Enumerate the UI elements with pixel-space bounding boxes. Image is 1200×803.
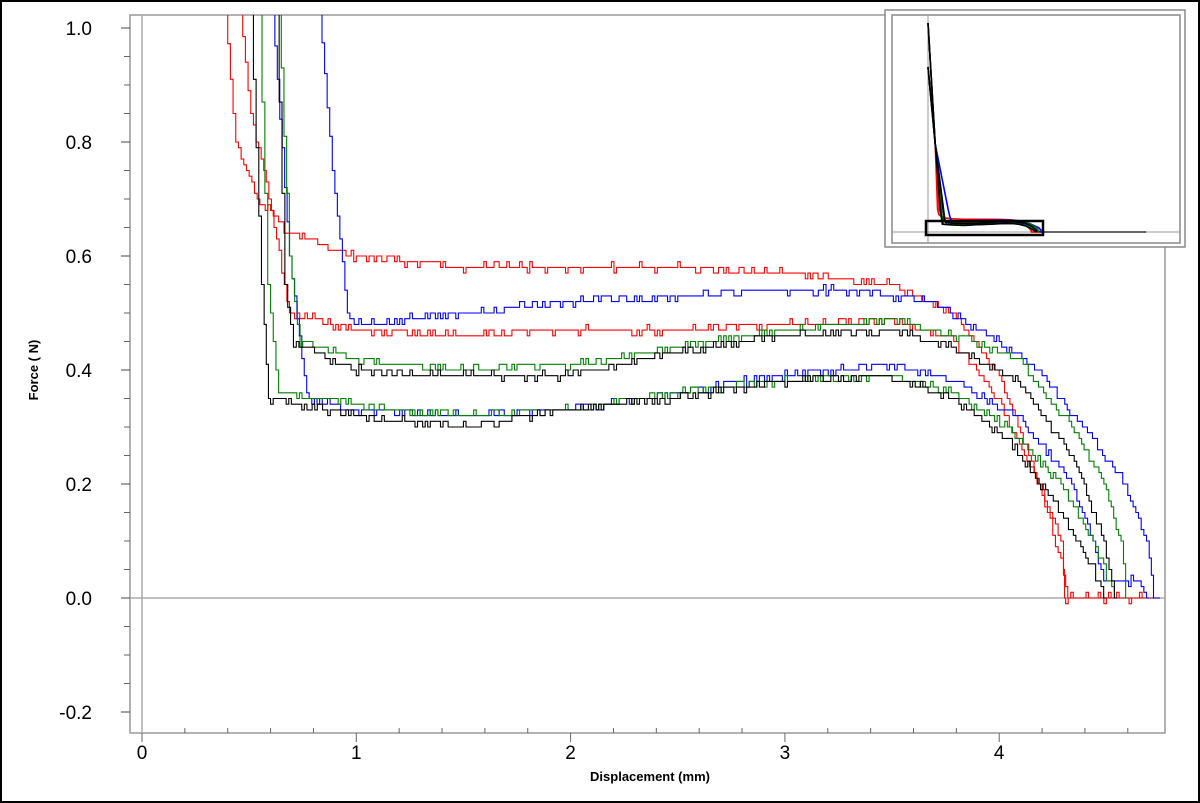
x-tick-label: 0 [137, 743, 148, 764]
x-tick-label: 4 [994, 743, 1005, 764]
x-axis-title: Displacement (mm) [590, 769, 710, 784]
y-tick-label: 0.4 [66, 361, 93, 382]
y-tick-label: -0.2 [59, 703, 92, 724]
x-tick-label: 2 [565, 743, 576, 764]
y-tick-label: 0.6 [66, 247, 92, 268]
inset-plot-area [891, 14, 1181, 244]
y-axis-title: Force ( N) [26, 340, 41, 401]
x-tick-label: 3 [780, 743, 791, 764]
y-tick-label: 0.2 [66, 475, 92, 496]
y-tick-label: 0.8 [66, 133, 92, 154]
y-tick-label: 1.0 [66, 19, 92, 40]
y-tick-label: 0.0 [66, 589, 92, 610]
overview-inset [884, 9, 1186, 248]
force-displacement-chart: 0 1 2 3 4 -0.2 0.0 0.2 0.4 0.6 0.8 1.0 Displacement… [26, 9, 1186, 784]
x-tick-label: 1 [351, 743, 362, 764]
